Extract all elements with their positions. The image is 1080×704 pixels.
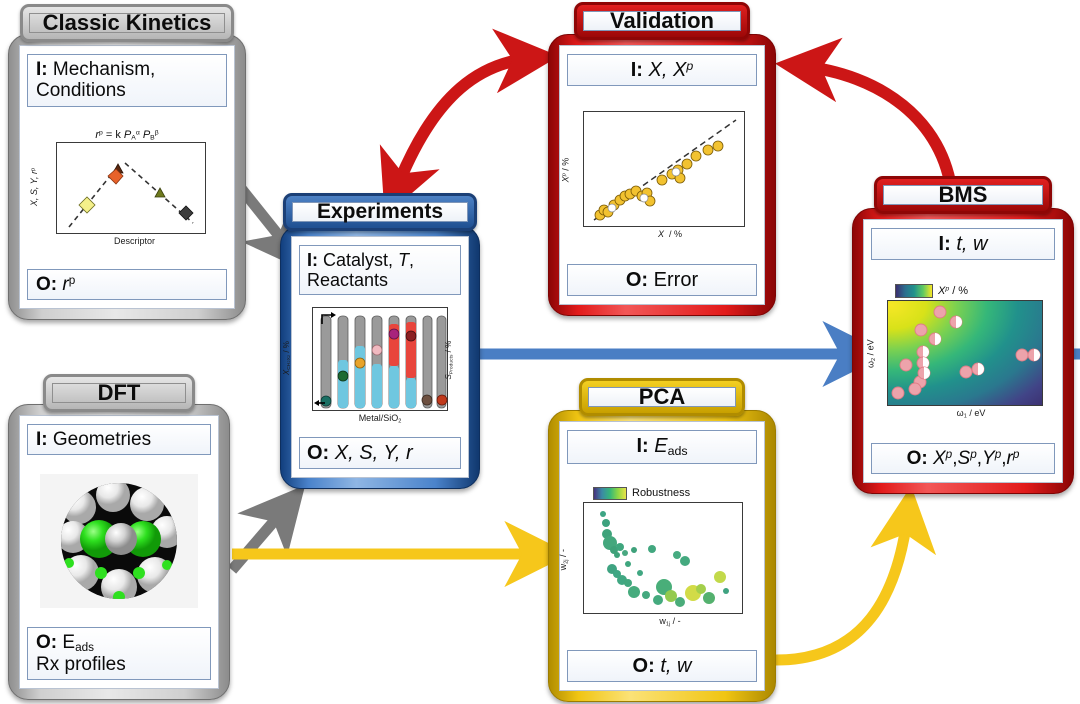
io-italic: T xyxy=(398,250,410,270)
pca-xlabel: w1j / - xyxy=(659,615,681,627)
io-value-sub: ads xyxy=(667,444,688,459)
dft-output: O: Eads Rx profiles xyxy=(27,626,211,680)
dft-title: DFT xyxy=(52,380,186,405)
node-dft[interactable]: DFT I: Geometries O: Eads Rx profiles xyxy=(8,374,230,700)
arrow-pca-to-bms xyxy=(771,485,937,666)
exp-xlabel: Metal/SiO2 xyxy=(358,413,402,425)
io-prefix: I: xyxy=(630,59,643,81)
experiments-bar-chart xyxy=(314,312,448,409)
exp-ylabel-right: SProducts / % xyxy=(444,341,455,380)
io-prefix: O: xyxy=(307,441,330,464)
classic-kinetics-input: I: Mechanism, Conditions xyxy=(27,54,227,107)
bms-cap: BMS xyxy=(874,176,1052,214)
ck-xlabel: Descriptor xyxy=(113,236,155,247)
val-ylabel: Xp / % xyxy=(560,157,571,183)
experiments-cap: Experiments xyxy=(283,193,477,231)
io-value-sub: ads xyxy=(75,640,95,654)
pca-body: I: Eads Robustness w2j / - w1j / - O: t,… xyxy=(548,410,776,702)
bms-figure: Xp / % ω2 / eV ω1 / eV xyxy=(866,260,1055,442)
bms-input: I: t, w xyxy=(871,228,1055,261)
bms-colorbar xyxy=(895,283,933,298)
validation-body: I: X, Xp Xp / % X / % O: Error xyxy=(548,34,776,316)
io-value: Error xyxy=(653,268,699,291)
io-prefix: O: xyxy=(906,447,928,469)
dft-figure xyxy=(27,455,211,626)
io-prefix: O: xyxy=(36,273,58,295)
bms-heatmap xyxy=(888,300,1042,405)
experiments-input: I: Catalyst, T, Reactants xyxy=(299,245,461,296)
ck-ylabel: X, S, Y, rp xyxy=(29,168,40,207)
dft-output-line1: O: Eads xyxy=(36,632,207,654)
io-value: Geometries xyxy=(52,429,152,450)
node-classic-kinetics[interactable]: Classic Kinetics I: Mechanism, Condition… xyxy=(8,4,246,320)
validation-output: O: Error xyxy=(567,263,757,296)
bms-output: O: Xp,Sp,Yp,rp xyxy=(871,442,1055,474)
validation-title: Validation xyxy=(583,8,741,33)
classic-kinetics-body: I: Mechanism, Conditions rp = k PAα PBβ xyxy=(8,34,246,320)
experiments-title: Experiments xyxy=(292,200,468,223)
validation-input: I: X, Xp xyxy=(567,54,757,87)
bms-colorbar-label: Xp / % xyxy=(938,284,969,297)
dft-body: I: Geometries O: Eads Rx profiles xyxy=(8,404,230,700)
io-prefix: I: xyxy=(36,59,48,80)
pca-cap: PCA xyxy=(579,378,745,416)
bms-title: BMS xyxy=(883,182,1043,207)
classic-kinetics-figure: rp = k PAα PBβ X, S, Y, rp Descriptor xyxy=(27,107,227,269)
experiments-output: O: X, S, Y, r xyxy=(299,436,461,469)
io-value: E xyxy=(62,631,76,653)
pca-colorbar-label: Robustness xyxy=(632,487,691,500)
node-validation[interactable]: Validation I: X, Xp Xp / % X / % O: Erro… xyxy=(548,2,776,316)
io-prefix: O: xyxy=(625,268,649,291)
experiments-body: I: Catalyst, T, Reactants XCH2X2 / % SPr… xyxy=(280,225,480,489)
validation-parity-plot xyxy=(593,119,737,221)
val-xlabel: X / % xyxy=(657,229,683,239)
io-value-b: X xyxy=(673,59,687,81)
node-bms[interactable]: BMS I: t, w Xp / % ω2 / eV ω1 / eV O: Xp… xyxy=(852,176,1074,494)
eq-rest: = k xyxy=(105,128,121,141)
io-value: E xyxy=(654,435,668,457)
io-value: t, w xyxy=(660,654,692,677)
bms-ylabel: ω2 / eV xyxy=(865,339,878,368)
nanoparticle-model xyxy=(61,482,177,599)
classic-kinetics-output: O: rp xyxy=(27,268,227,300)
dft-input: I: Geometries xyxy=(27,424,211,456)
validation-figure: Xp / % X / % xyxy=(560,86,757,263)
validation-cap: Validation xyxy=(574,2,750,40)
classic-kinetics-cap: Classic Kinetics xyxy=(20,4,234,42)
bms-xlabel: ω1 / eV xyxy=(956,407,986,420)
pca-input: I: Eads xyxy=(567,430,757,464)
rate-equation: rp = k PAα PBβ xyxy=(95,128,159,142)
dft-output-line2: Rx profiles xyxy=(36,653,126,675)
pca-scatter xyxy=(600,510,729,607)
io-value: t, w xyxy=(956,233,988,255)
io-prefix: I: xyxy=(938,233,951,255)
pca-title: PCA xyxy=(588,384,736,409)
io-value: Mechanism, Conditions xyxy=(36,59,156,102)
io-value-a: X, xyxy=(648,59,668,81)
io-value-b-sup: p xyxy=(686,58,694,73)
arrow-dft-to-experiments xyxy=(227,484,306,574)
dft-cap: DFT xyxy=(43,374,195,412)
bms-body: I: t, w Xp / % ω2 / eV ω1 / eV O: Xp,Sp,… xyxy=(852,208,1074,494)
pca-colorbar xyxy=(593,486,627,500)
experiments-figure: XCH2X2 / % SProducts / % Metal/SiO2 xyxy=(282,295,461,436)
classic-kinetics-title: Classic Kinetics xyxy=(29,10,225,35)
diagram-canvas: Classic Kinetics I: Mechanism, Condition… xyxy=(0,0,1080,704)
node-experiments[interactable]: Experiments I: Catalyst, T, Reactants XCH… xyxy=(280,193,480,489)
io-value: X, S, Y, r xyxy=(334,441,413,464)
pca-output: O: t, w xyxy=(567,649,757,682)
pca-figure: Robustness w2j / - w1j / - xyxy=(558,464,757,650)
io-value-sup: p xyxy=(68,273,76,287)
io-prefix: O: xyxy=(632,654,655,677)
exp-ylabel-left: XCH2X2 / % xyxy=(281,341,293,376)
io-prefix: I: xyxy=(636,435,649,457)
io-prefix: I: xyxy=(36,429,48,450)
pca-ylabel: w2j / - xyxy=(557,548,570,570)
eq-base-sup: p xyxy=(99,129,103,137)
node-pca[interactable]: PCA I: Eads Robustness w2j / - w1j / - O… xyxy=(548,378,776,702)
io-prefix: I: xyxy=(307,250,318,270)
io-prefix: O: xyxy=(36,631,58,653)
arrow-experiments-validation xyxy=(379,28,560,217)
